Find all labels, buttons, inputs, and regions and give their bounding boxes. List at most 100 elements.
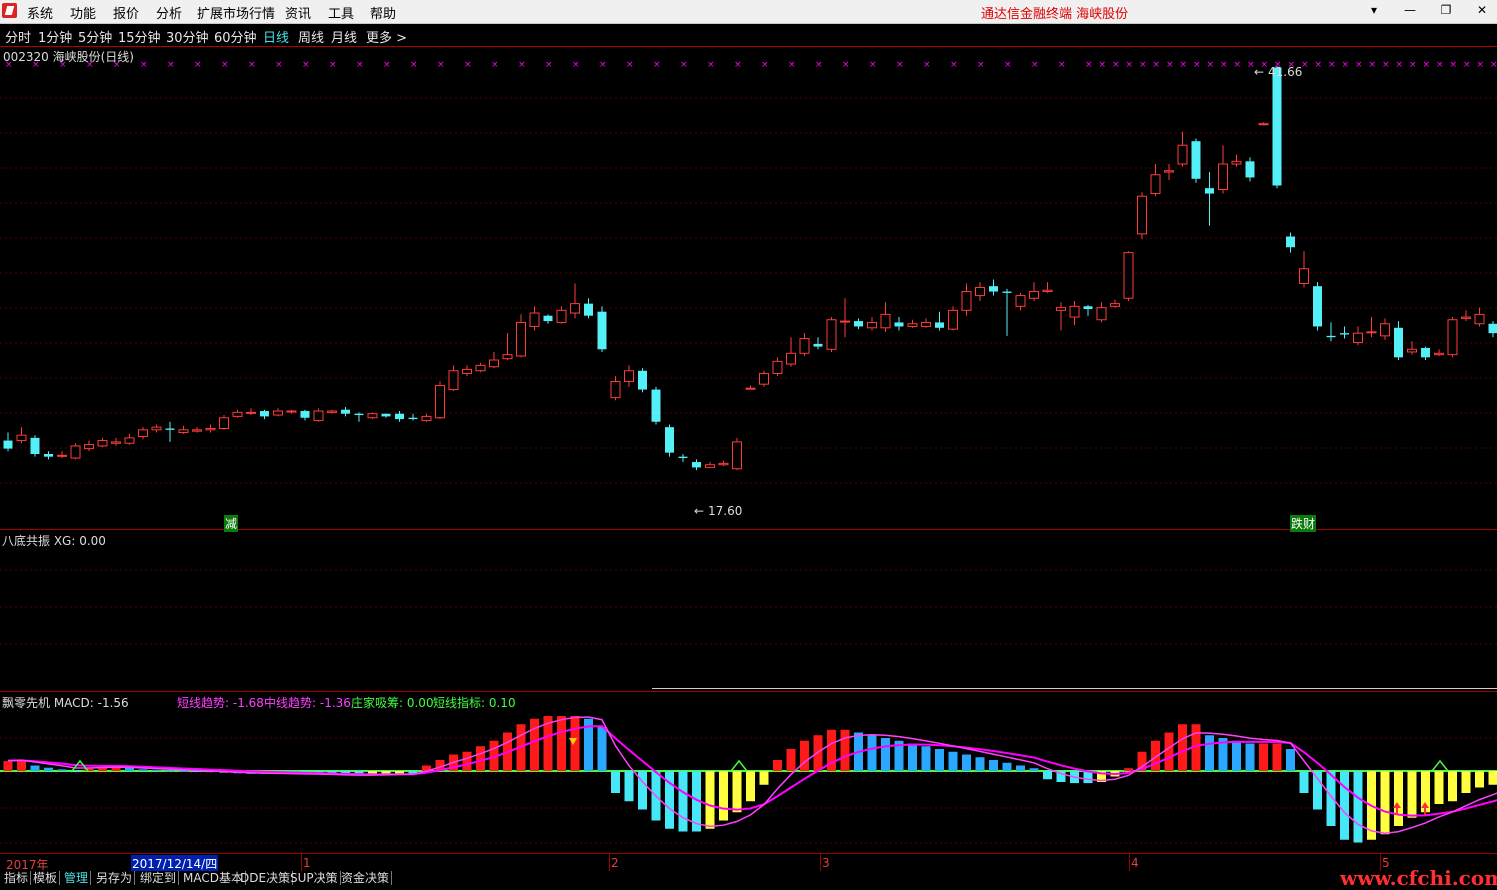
candle-body [1367, 332, 1376, 333]
candle [557, 306, 566, 323]
candle-body [328, 411, 337, 412]
macd-bar [166, 770, 175, 771]
candle [544, 314, 553, 323]
candle [881, 302, 890, 332]
signal-cross: × [1112, 60, 1120, 70]
tab-macd-basic[interactable]: MACD基本 [181, 871, 246, 885]
tab-manage[interactable]: 管理 [62, 871, 91, 885]
candle-body [679, 457, 688, 458]
month-divider [1129, 854, 1130, 871]
macd-bar [1151, 741, 1160, 771]
macd-bar [1448, 771, 1457, 801]
signal-cross: × [1126, 60, 1134, 70]
macd-bar [1030, 768, 1039, 771]
candle-body [949, 310, 958, 329]
candle-body [1219, 164, 1228, 190]
tab-template[interactable]: 模板 [31, 871, 60, 885]
candle [746, 386, 755, 390]
signal-cross: × [140, 60, 148, 70]
macd-bar [476, 746, 485, 771]
candle [1273, 66, 1282, 188]
candle-body [301, 411, 310, 418]
candle [152, 424, 161, 432]
macd-bar [152, 770, 161, 771]
signal-cross: × [1396, 60, 1404, 70]
macd-bar [1246, 744, 1255, 772]
tab-dde-decision[interactable]: DDE决策 [238, 871, 293, 885]
candle [1178, 132, 1187, 167]
candle-body [746, 388, 755, 389]
candle [422, 414, 431, 422]
candle-body [1448, 320, 1457, 355]
candle [760, 371, 769, 387]
candle [692, 459, 701, 470]
candle-body [733, 442, 742, 469]
tab-fund-decision[interactable]: 资金决策 [339, 871, 392, 885]
macd-bar [1489, 771, 1497, 785]
candle-body [584, 304, 593, 316]
candle-body [1030, 292, 1039, 299]
candle [1043, 282, 1052, 293]
signal-cross: × [1220, 60, 1228, 70]
candle [733, 438, 742, 470]
candle-body [1313, 286, 1322, 326]
macd-bar [1340, 771, 1349, 840]
signal-cross: × [1099, 60, 1107, 70]
macd-bar [625, 771, 634, 801]
candle-body [692, 462, 701, 467]
candle-body [854, 321, 863, 326]
signal-cross: × [491, 60, 499, 70]
candle-body [1246, 161, 1255, 177]
zhuangjia-value: 庄家吸筹: 0.00 [351, 694, 434, 711]
macd-bar [841, 730, 850, 771]
tab-save-as[interactable]: 另存为 [94, 871, 135, 885]
macd-bar [1178, 724, 1187, 771]
signal-cross: × [464, 60, 472, 70]
panel-divider-xg[interactable] [0, 691, 1497, 692]
candle [1462, 310, 1471, 321]
signal-cross: × [1166, 60, 1174, 70]
macd-bar [679, 771, 688, 832]
candle-body [760, 373, 769, 384]
signal-cross: × [329, 60, 337, 70]
candle [1300, 251, 1309, 287]
candle-body [1178, 145, 1187, 164]
macd-bar [1354, 771, 1363, 843]
signal-cross: × [1139, 60, 1147, 70]
signal-cross: × [518, 60, 526, 70]
candle-body [787, 353, 796, 364]
signal-cross: × [1355, 60, 1363, 70]
candle-body [935, 322, 944, 327]
signal-cross: × [1477, 60, 1485, 70]
watermark: www.cfchi.com [1340, 866, 1497, 890]
candle-body [706, 465, 715, 468]
signal-cross: × [1436, 60, 1444, 70]
candle-body [1435, 353, 1444, 354]
tab-sup-decision[interactable]: SUP决策 [288, 871, 341, 885]
candle-body [1043, 290, 1052, 291]
tab-indicator[interactable]: 指标 [2, 871, 31, 885]
candle-body [368, 414, 377, 418]
candle [706, 462, 715, 467]
macd-bar [1408, 771, 1417, 818]
signal-cross: × [1463, 60, 1471, 70]
candle-body [827, 320, 836, 350]
signal-cross: × [1382, 60, 1390, 70]
candle [44, 451, 53, 459]
candle-body [139, 430, 148, 437]
candle [854, 318, 863, 329]
candle-body [274, 411, 283, 415]
kline-chart[interactable]: ××××××××××××××××××××××××××××××××××××××××… [0, 0, 1497, 871]
candle [476, 363, 485, 372]
candle [1367, 317, 1376, 337]
candle-body [409, 418, 418, 419]
tab-bind-to[interactable]: 绑定到 [138, 871, 179, 885]
macd-bar [463, 752, 472, 771]
candle [1151, 164, 1160, 196]
candle-body [71, 446, 80, 458]
candle [409, 414, 418, 421]
macd-bar [976, 757, 985, 771]
macd-bar [1205, 735, 1214, 771]
candle-body [1165, 171, 1174, 172]
candle-body [1057, 308, 1066, 311]
